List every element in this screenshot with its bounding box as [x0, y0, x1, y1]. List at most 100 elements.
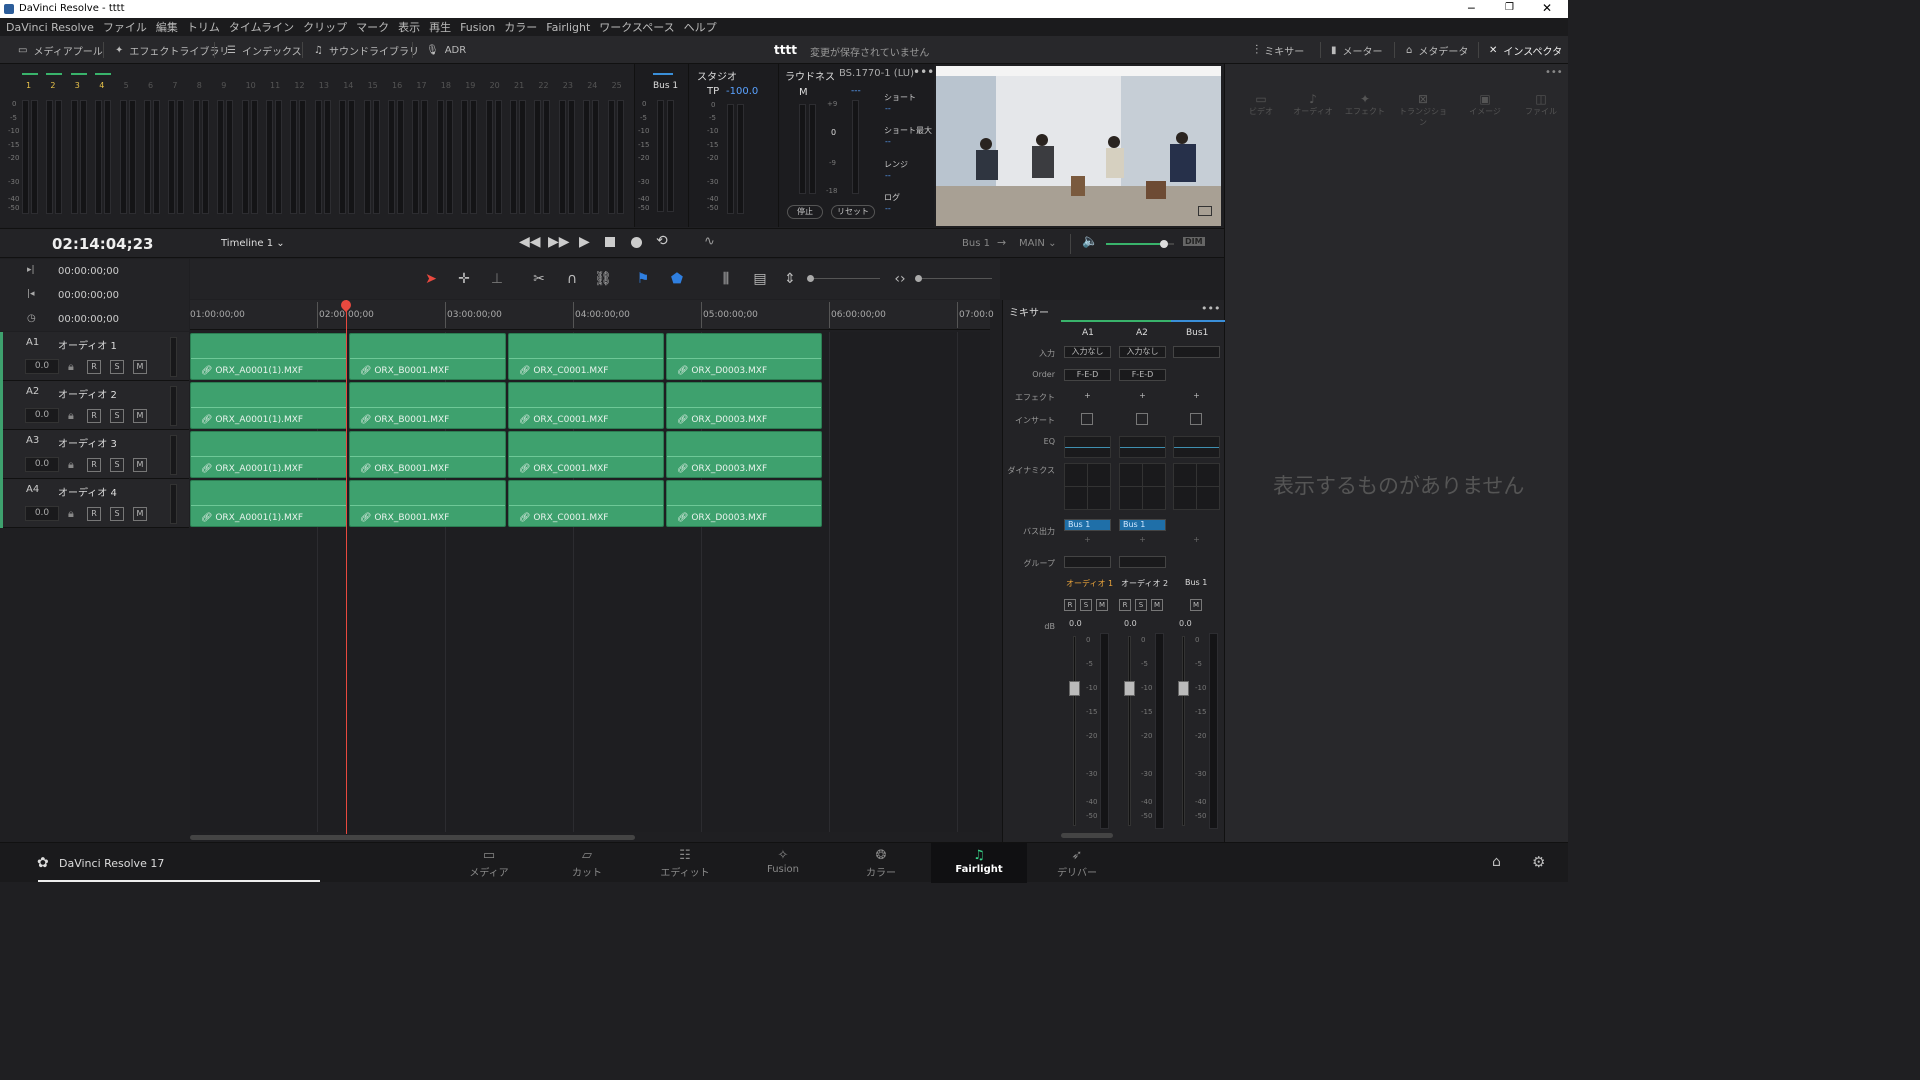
fader-track[interactable]: [1128, 636, 1131, 826]
group-selector[interactable]: [1064, 556, 1111, 568]
pointer-tool-icon[interactable]: ➤: [418, 259, 444, 299]
menu-item[interactable]: Fusion: [460, 21, 495, 34]
audio-clip[interactable]: 🔗︎ ORX_D0003.MXF: [666, 333, 822, 380]
razor-tool-icon[interactable]: ✂: [526, 259, 552, 299]
add-bus-output[interactable]: +: [1119, 535, 1166, 547]
bus-output-assign[interactable]: Bus 1: [1064, 519, 1111, 531]
mixer-scrollbar[interactable]: [1061, 833, 1113, 838]
dynamics-graph[interactable]: [1064, 463, 1111, 510]
eq-graph[interactable]: [1173, 436, 1220, 458]
fader-handle[interactable]: [1124, 681, 1135, 696]
track-header-a1[interactable]: A1 オーディオ 1 0.0 🔒︎ R S M: [0, 332, 189, 381]
audio-clip[interactable]: 🔗︎ ORX_A0001(1).MXF: [190, 382, 347, 429]
track-header-a3[interactable]: A3 オーディオ 3 0.0 🔒︎ R S M: [0, 430, 189, 479]
mute-button[interactable]: M: [1151, 599, 1163, 611]
audio-clip[interactable]: 🔗︎ ORX_D0003.MXF: [666, 480, 822, 527]
solo-button[interactable]: S: [110, 409, 124, 423]
rewind-button[interactable]: ◀◀: [519, 234, 541, 250]
record-arm-button[interactable]: R: [87, 507, 101, 521]
lock-icon[interactable]: 🔒︎: [68, 458, 74, 472]
lock-icon[interactable]: 🔒︎: [68, 507, 74, 521]
audio-clip[interactable]: 🔗︎ ORX_B0001.MXF: [349, 333, 506, 380]
sound-library-button[interactable]: ♫ サウンドライブラリ: [314, 36, 419, 64]
audio-clip[interactable]: 🔗︎ ORX_C0001.MXF: [508, 431, 664, 478]
fader-track[interactable]: [1073, 636, 1076, 826]
gear-icon[interactable]: ⚙: [1532, 853, 1545, 871]
track-height-icon[interactable]: ▤: [747, 259, 773, 299]
fader-handle[interactable]: [1178, 681, 1189, 696]
menu-item[interactable]: トリム: [187, 19, 220, 35]
loudness-menu-button[interactable]: •••: [913, 65, 934, 79]
page-color[interactable]: ❂ カラー: [833, 843, 929, 883]
mute-button[interactable]: M: [133, 458, 147, 472]
insert-toggle[interactable]: [1081, 413, 1093, 425]
timeline-selector[interactable]: Timeline 1 ⌄: [221, 238, 285, 249]
add-effect-button[interactable]: +: [1064, 391, 1111, 403]
menu-item[interactable]: Fairlight: [546, 21, 590, 34]
track-volume[interactable]: 0.0: [25, 506, 59, 521]
meter-toggle[interactable]: ▮ メーター: [1331, 36, 1383, 64]
timecode-display[interactable]: 02:14:04;23: [52, 235, 154, 253]
record-arm-button[interactable]: R: [1064, 599, 1076, 611]
link-icon[interactable]: ⛓: [590, 259, 616, 299]
record-arm-button[interactable]: R: [87, 458, 101, 472]
mute-button[interactable]: M: [133, 409, 147, 423]
volume-slider[interactable]: [1106, 240, 1174, 248]
input-selector[interactable]: [1173, 346, 1220, 358]
channel-name[interactable]: オーディオ 1: [1066, 578, 1113, 589]
media-pool-button[interactable]: ▭ メディアプール: [18, 36, 103, 64]
menu-item[interactable]: DaVinci Resolve: [6, 21, 94, 34]
track-header-a4[interactable]: A4 オーディオ 4 0.0 🔒︎ R S M: [0, 479, 189, 528]
lock-icon[interactable]: 🔒︎: [68, 360, 74, 374]
reset-button[interactable]: リセット: [831, 205, 875, 219]
order-selector[interactable]: F-E-D: [1119, 369, 1166, 381]
mute-button[interactable]: M: [1096, 599, 1108, 611]
maximize-button[interactable]: ❐: [1505, 2, 1514, 13]
audio-clip[interactable]: 🔗︎ ORX_C0001.MXF: [508, 382, 664, 429]
duration-timecode[interactable]: 00:00:00;00: [58, 314, 119, 325]
add-bus-output[interactable]: +: [1064, 535, 1111, 547]
menu-item[interactable]: 再生: [429, 19, 451, 35]
range-tool-icon[interactable]: ✛: [451, 259, 477, 299]
mixer-toggle[interactable]: ⫶ ミキサー: [1255, 36, 1304, 64]
dynamics-graph[interactable]: [1119, 463, 1166, 510]
index-button[interactable]: ☰ インデックス: [227, 36, 302, 64]
page-deliver[interactable]: ➶ デリバー: [1029, 843, 1125, 883]
out-timecode[interactable]: 00:00:00;00: [58, 290, 119, 301]
dynamics-graph[interactable]: [1173, 463, 1220, 510]
channel-name[interactable]: オーディオ 2: [1121, 578, 1168, 589]
timeline-area[interactable]: 🔗︎ ORX_A0001(1).MXF 🔗︎ ORX_B0001.MXF 🔗︎ …: [190, 300, 990, 840]
track-name[interactable]: オーディオ 3: [58, 435, 117, 450]
menu-item[interactable]: ファイル: [103, 19, 147, 35]
track-volume[interactable]: 0.0: [25, 457, 59, 472]
track-header-a2[interactable]: A2 オーディオ 2 0.0 🔒︎ R S M: [0, 381, 189, 430]
in-timecode[interactable]: 00:00:00;00: [58, 266, 119, 277]
record-arm-button[interactable]: R: [1119, 599, 1131, 611]
audio-clip[interactable]: 🔗︎ ORX_C0001.MXF: [508, 480, 664, 527]
inspector-menu-button[interactable]: •••: [1545, 67, 1563, 78]
minimize-button[interactable]: ─: [1468, 2, 1475, 15]
snap-icon[interactable]: ∩: [559, 259, 585, 299]
menu-item[interactable]: タイムライン: [229, 19, 294, 35]
tab-effects[interactable]: ✦ エフェクト: [1345, 92, 1385, 117]
mute-button[interactable]: M: [1190, 599, 1202, 611]
audio-clip[interactable]: 🔗︎ ORX_B0001.MXF: [349, 480, 506, 527]
page-edit[interactable]: ☷ エディット: [637, 843, 733, 883]
eq-graph[interactable]: [1119, 436, 1166, 458]
stop-button-transport[interactable]: [605, 237, 615, 247]
inspector-toggle[interactable]: ✕ インスペクタ: [1489, 36, 1562, 64]
solo-button[interactable]: S: [110, 360, 124, 374]
tab-transition[interactable]: ⊠ トランジション: [1397, 92, 1449, 128]
viewer-window-icon[interactable]: [1198, 206, 1212, 216]
track-name[interactable]: オーディオ 1: [58, 337, 117, 352]
mixer-menu-button[interactable]: •••: [1201, 302, 1220, 315]
effects-library-button[interactable]: ✦ エフェクトライブラリ: [115, 36, 229, 64]
tab-audio[interactable]: ♪ オーディオ: [1293, 92, 1333, 117]
vertical-zoom-icon[interactable]: ⇕: [777, 259, 803, 299]
close-button[interactable]: ✕: [1542, 1, 1552, 15]
mute-button[interactable]: M: [133, 360, 147, 374]
tab-file[interactable]: ◫ ファイル: [1521, 92, 1561, 117]
solo-button[interactable]: S: [1080, 599, 1092, 611]
add-bus-output[interactable]: +: [1173, 535, 1220, 547]
home-icon[interactable]: ⌂: [1492, 854, 1501, 870]
